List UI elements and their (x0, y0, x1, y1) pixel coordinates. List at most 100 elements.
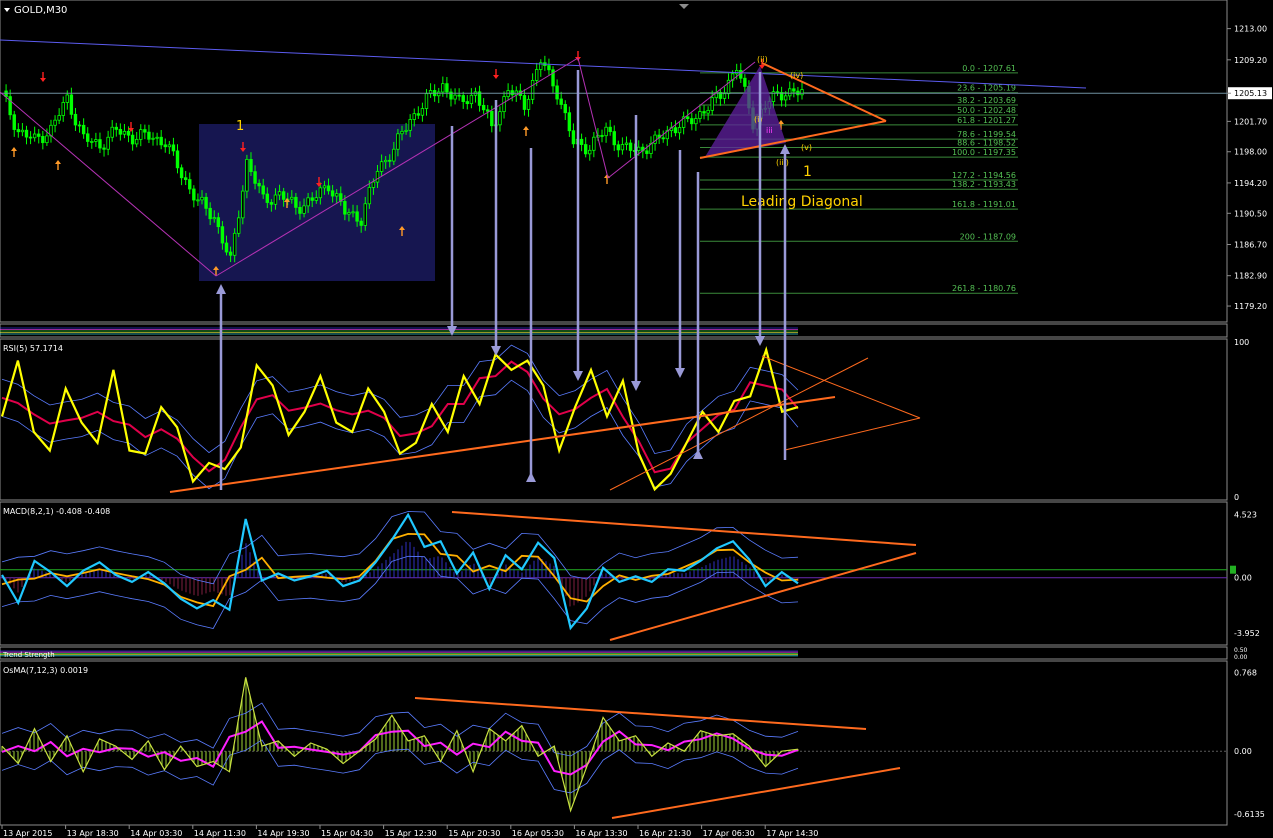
candle-body (237, 217, 241, 234)
candle-body (490, 110, 494, 127)
candle-body (277, 191, 282, 196)
candle-body (628, 142, 633, 151)
price-tick-label: 1213.00 (1234, 25, 1267, 34)
divergence-arrow-head-icon (526, 472, 536, 482)
candle-body (151, 137, 155, 140)
candle-body (134, 138, 139, 145)
osma-tick-label: -0.6135 (1234, 810, 1265, 819)
macd-tick-label: -3.952 (1234, 629, 1260, 638)
candle-body (41, 136, 45, 144)
candle-body (722, 93, 727, 99)
up-fractal-icon (55, 160, 61, 170)
divergence-arrow-head-icon (216, 284, 226, 294)
candle-body (351, 211, 355, 214)
candle-body (567, 112, 572, 132)
candle-body (534, 69, 539, 81)
wave-label-iii-small: iii (766, 126, 773, 135)
price-tick-label: 1182.90 (1234, 272, 1267, 281)
candle-body (547, 65, 551, 71)
candle-body (253, 171, 257, 184)
scroll-marker-icon[interactable] (679, 4, 689, 9)
macd-upper-band (1, 511, 799, 585)
divergence-arrow-head-icon (573, 371, 583, 381)
divergence-arrow-head-icon (755, 336, 765, 346)
candle-body (232, 232, 237, 256)
candle-body (441, 83, 445, 93)
candle-body (686, 116, 690, 120)
candle-body (616, 144, 621, 151)
candle-body (420, 108, 425, 116)
candle-body (408, 119, 412, 131)
wave-label-ii: (ii) (757, 55, 768, 64)
candle-body (330, 190, 335, 197)
time-tick-label: 16 Apr 21:30 (639, 829, 691, 838)
up-fractal-icon (523, 126, 529, 136)
candle-body (224, 242, 229, 253)
chart-window: GOLD,M30 1 0.0 - 1207.61 23.6 - 1205.19 38… (0, 0, 1273, 838)
macd-title: MACD(8,2,1) -0.408 -0.408 (3, 507, 110, 516)
candle-body (571, 130, 576, 145)
candle-body (306, 197, 310, 207)
macd-main-line (1, 512, 799, 631)
fib-level-label: 200 - 1187.09 (960, 232, 1016, 241)
divergence-arrow-head-icon (491, 346, 501, 356)
price-tick-label: 1186.70 (1234, 240, 1267, 249)
osma-title: OsMA(7,12,3) 0.0019 (3, 666, 88, 675)
diagonal-upper-line (761, 62, 887, 122)
candle-body (298, 207, 302, 214)
candle-body (204, 196, 208, 209)
candle-body (788, 88, 792, 97)
candle-body (69, 94, 74, 115)
candle-body (461, 95, 465, 102)
candle-body (608, 126, 612, 132)
macd-panel: MACD(8,2,1) -0.408 -0.408 4.523 0.00 -3.952 (0, 507, 1260, 638)
rsi-tick-label: 0 (1234, 493, 1239, 502)
price-tick-label: 1194.20 (1234, 179, 1267, 188)
osma-resistance-line (414, 697, 867, 730)
chevron-down-icon[interactable] (4, 8, 10, 12)
candle-body (359, 220, 363, 226)
candle-body (661, 137, 665, 140)
candle-body (167, 144, 172, 148)
time-tick-label: 16 Apr 05:30 (512, 829, 564, 838)
candle-body (98, 139, 102, 149)
candle-body (510, 90, 514, 96)
candle-body (588, 149, 592, 155)
candle-body (424, 93, 429, 109)
osma-tick-label: 0.768 (1234, 668, 1257, 677)
candle-body (163, 144, 167, 148)
candle-body (126, 130, 131, 136)
candle-body (457, 94, 461, 97)
fib-level-label: 161.8 - 1191.01 (952, 200, 1016, 209)
price-tick-label: 1198.00 (1234, 148, 1267, 157)
candle-body (624, 142, 629, 145)
candle-body (257, 182, 261, 187)
candle-body (175, 150, 180, 169)
candle-body (208, 207, 212, 220)
fib-level-label: 61.8 - 1201.27 (957, 116, 1016, 125)
candle-body (555, 85, 559, 100)
candle-body (249, 159, 253, 173)
candle-body (343, 201, 347, 215)
rsi-upper-band (1, 344, 799, 455)
candle-body (522, 95, 527, 110)
candle-body (102, 147, 106, 150)
candle-body (20, 129, 25, 133)
candle-body (367, 187, 372, 205)
macd-level-marker (1230, 565, 1236, 574)
candle-body (469, 94, 474, 105)
candle-body (673, 127, 678, 134)
candle-body (694, 118, 698, 125)
candle-body (437, 91, 441, 97)
macd-tick-label: 0.00 (1234, 574, 1252, 583)
time-tick-label: 14 Apr 11:30 (194, 829, 246, 838)
candle-body (563, 104, 567, 114)
candle-body (559, 98, 563, 105)
candle-body (53, 119, 57, 126)
time-tick-label: 15 Apr 20:30 (448, 829, 500, 838)
fib-level-label: 261.8 - 1180.76 (952, 284, 1016, 293)
candle-body (130, 134, 135, 145)
chart-canvas: GOLD,M30 1 0.0 - 1207.61 23.6 - 1205.19 38… (0, 0, 1272, 838)
purple-zigzag-3 (577, 57, 609, 179)
candle-body (241, 190, 245, 219)
